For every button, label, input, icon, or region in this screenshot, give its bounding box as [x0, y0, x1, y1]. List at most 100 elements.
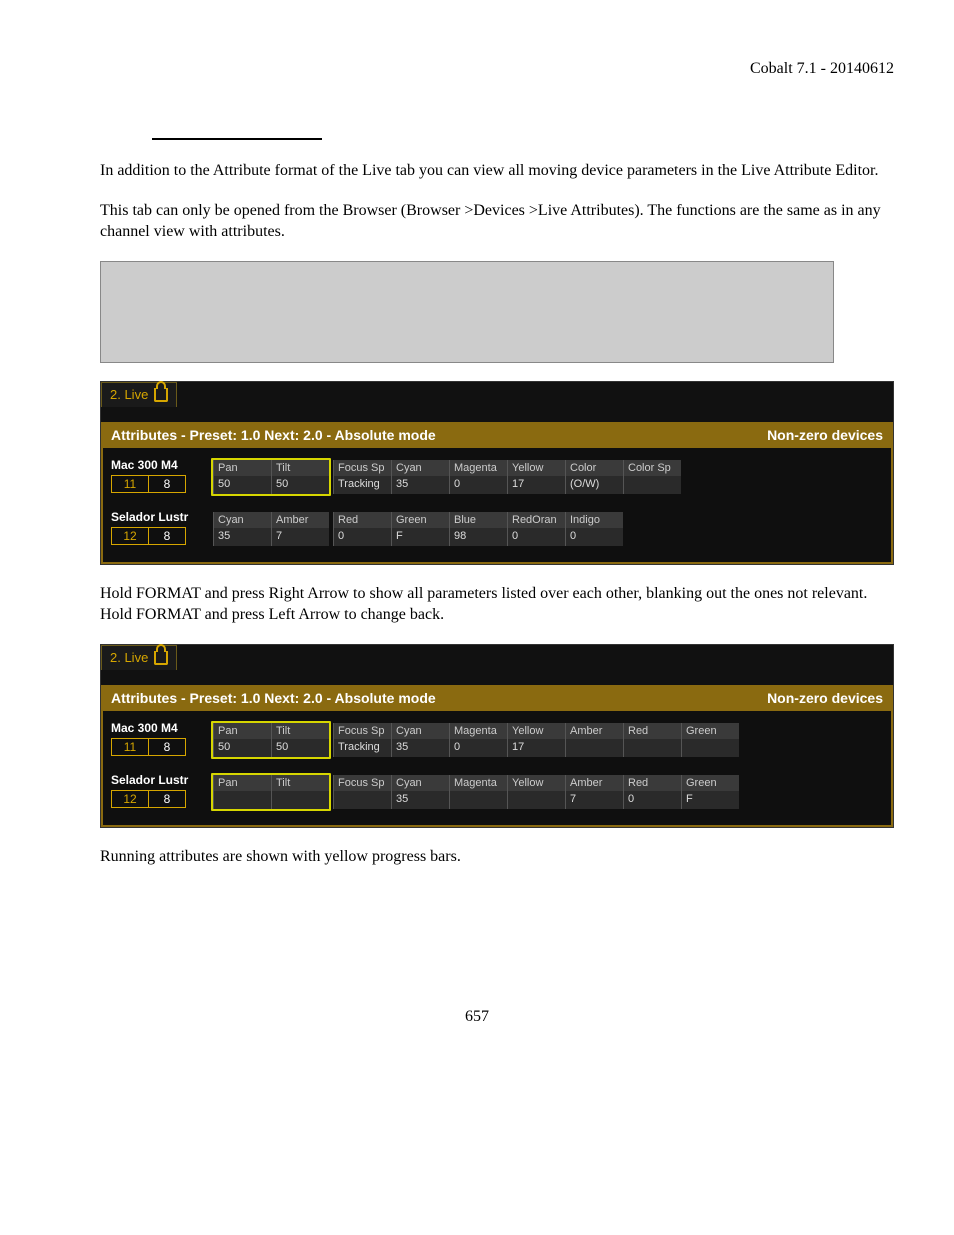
header-filter[interactable]: Non-zero devices — [767, 427, 883, 443]
tab-bar: 2. Live — [101, 645, 893, 669]
attr-name: Tilt — [271, 460, 329, 476]
device-name: Mac 300 M4 — [111, 721, 211, 735]
device-area: Mac 300 M4118Pan50Tilt50Focus SpTracking… — [101, 448, 893, 564]
attr-name: Pan — [213, 460, 271, 476]
attr-value — [333, 791, 391, 809]
attr-cell[interactable]: RedOran0 — [507, 512, 565, 546]
tab-live[interactable]: 2. Live — [101, 382, 177, 407]
attr-cell[interactable]: Pan50 — [213, 723, 271, 757]
header-title: Attributes - Preset: 1.0 Next: 2.0 - Abs… — [111, 690, 436, 706]
tab-live[interactable]: 2. Live — [101, 645, 177, 670]
page-header: Cobalt 7.1 - 20140612 — [60, 60, 894, 78]
channel-box[interactable]: 128 — [111, 790, 211, 808]
attr-cell[interactable]: Yellow17 — [507, 723, 565, 757]
device-label-col: Mac 300 M4 118 — [111, 458, 211, 493]
lock-icon — [154, 651, 168, 665]
spacer — [101, 669, 893, 685]
channel-number: 11 — [111, 475, 149, 493]
attr-value: 0 — [507, 528, 565, 546]
attr-name: Color — [565, 460, 623, 476]
attr-cell[interactable]: Pan50 — [213, 460, 271, 494]
attr-cell[interactable]: Cyan35 — [213, 512, 271, 546]
attr-cell[interactable]: Color(O/W) — [565, 460, 623, 494]
attr-cell[interactable]: Focus Sp — [333, 775, 391, 809]
lock-icon — [154, 388, 168, 402]
tab-label: 2. Live — [110, 387, 148, 402]
attr-name: Red — [623, 775, 681, 791]
attr-cell[interactable]: GreenF — [391, 512, 449, 546]
channel-intensity: 8 — [149, 527, 186, 545]
attr-group-selected[interactable]: PanTilt — [211, 773, 331, 811]
attr-name: Green — [681, 723, 739, 739]
attr-name: Focus Sp — [333, 723, 391, 739]
attr-cell[interactable]: Magenta0 — [449, 460, 507, 494]
attr-cell[interactable]: Color Sp — [623, 460, 681, 494]
live-attributes-panel: 2. Live Attributes - Preset: 1.0 Next: 2… — [100, 644, 894, 828]
attr-cell[interactable]: Red — [623, 723, 681, 757]
attr-name: Amber — [565, 775, 623, 791]
attr-cell[interactable]: Tilt50 — [271, 723, 329, 757]
attr-group-selected[interactable]: Pan50Tilt50 — [211, 458, 331, 496]
attr-name: Magenta — [449, 723, 507, 739]
attr-value: 50 — [213, 739, 271, 757]
attr-cell[interactable]: Tilt — [271, 775, 329, 809]
channel-box[interactable]: 118 — [111, 475, 211, 493]
attr-cell[interactable]: Magenta0 — [449, 723, 507, 757]
attr-value: 0 — [449, 739, 507, 757]
attr-cell[interactable]: Cyan35 — [391, 775, 449, 809]
attr-cell[interactable]: Amber7 — [271, 512, 329, 546]
attr-cell[interactable]: Indigo0 — [565, 512, 623, 546]
attr-name: Yellow — [507, 775, 565, 791]
device-label-col: Mac 300 M4 118 — [111, 721, 211, 756]
attr-value: 35 — [391, 739, 449, 757]
attr-name: Tilt — [271, 775, 329, 791]
attr-name: Focus Sp — [333, 460, 391, 476]
attr-cell[interactable]: Cyan35 — [391, 460, 449, 494]
attr-cell[interactable]: Focus SpTracking — [333, 460, 391, 494]
attr-cell[interactable]: Amber7 — [565, 775, 623, 809]
tab-bar: 2. Live — [101, 382, 893, 406]
attr-value — [623, 476, 681, 494]
paragraph: Running attributes are shown with yellow… — [60, 846, 894, 868]
paragraph: Hold FORMAT and press Right Arrow to sho… — [60, 583, 894, 626]
device-row: Selador Lustr128PanTiltFocus SpCyan35Mag… — [111, 773, 883, 811]
channel-box[interactable]: 118 — [111, 738, 211, 756]
attr-cell[interactable]: Focus SpTracking — [333, 723, 391, 757]
attr-cell[interactable]: Green — [681, 723, 739, 757]
attr-group-selected[interactable]: Cyan35Amber7 — [211, 510, 331, 548]
attr-cell[interactable]: Amber — [565, 723, 623, 757]
attr-name: Magenta — [449, 775, 507, 791]
attr-name: Pan — [213, 775, 271, 791]
attr-cell[interactable]: Pan — [213, 775, 271, 809]
attr-value: 35 — [213, 528, 271, 546]
attr-group-selected[interactable]: Pan50Tilt50 — [211, 721, 331, 759]
attr-value — [213, 791, 271, 809]
attr-cell[interactable]: Magenta — [449, 775, 507, 809]
attr-value: 50 — [271, 739, 329, 757]
attr-cell[interactable]: Red0 — [333, 512, 391, 546]
attr-cell[interactable]: Yellow — [507, 775, 565, 809]
channel-box[interactable]: 128 — [111, 527, 211, 545]
attr-name: Green — [391, 512, 449, 528]
attr-value — [271, 791, 329, 809]
device-name: Selador Lustr — [111, 510, 211, 524]
attr-name: Indigo — [565, 512, 623, 528]
panel-header: Attributes - Preset: 1.0 Next: 2.0 - Abs… — [101, 422, 893, 448]
attr-cell[interactable]: Red0 — [623, 775, 681, 809]
device-name: Mac 300 M4 — [111, 458, 211, 472]
channel-intensity: 8 — [149, 790, 186, 808]
attr-value: 7 — [565, 791, 623, 809]
attr-cell[interactable]: Yellow17 — [507, 460, 565, 494]
attr-name: Yellow — [507, 723, 565, 739]
attr-cell[interactable]: Tilt50 — [271, 460, 329, 494]
attr-value: 0 — [623, 791, 681, 809]
channel-number: 12 — [111, 527, 149, 545]
attr-value: 98 — [449, 528, 507, 546]
attr-cell[interactable]: GreenF — [681, 775, 739, 809]
attr-cell[interactable]: Blue98 — [449, 512, 507, 546]
attr-cell[interactable]: Cyan35 — [391, 723, 449, 757]
device-row: Mac 300 M4 118Pan50Tilt50Focus SpTracking… — [111, 458, 883, 496]
attr-name: Color Sp — [623, 460, 681, 476]
attr-group: Focus SpTrackingCyan35Magenta0Yellow17Am… — [331, 721, 741, 759]
header-filter[interactable]: Non-zero devices — [767, 690, 883, 706]
